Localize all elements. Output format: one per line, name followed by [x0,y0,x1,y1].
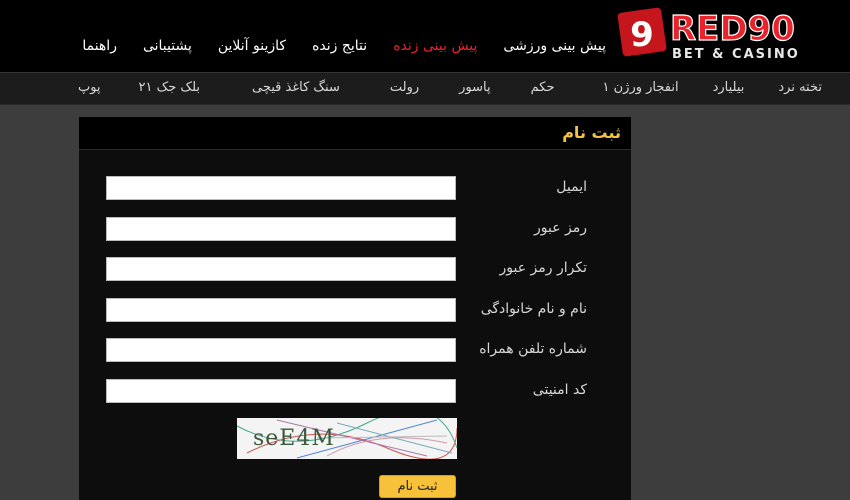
captcha-text: seE4M [253,426,335,451]
game-nav-item[interactable]: سنگ کاغذ قیچی [252,80,340,95]
field-input[interactable] [106,176,456,200]
nav-item[interactable]: پیش بینی زنده [393,38,477,54]
captcha-image: seE4M [237,418,457,459]
form-row: ایمیل [79,176,631,202]
field-input[interactable] [106,257,456,281]
form-row: نام و نام خانوادگی [79,298,631,324]
brand-logo[interactable]: 9 RED90 BET & CASINO [616,6,840,64]
nav-item[interactable]: پشتیبانی [143,38,192,54]
svg-text:9: 9 [630,15,654,55]
nav-item[interactable]: راهنما [82,38,117,54]
games-subnav: تخته نرد بیلیارد انفجار ورژن ۱ حکم پاسور رولت… [0,72,850,105]
field-input[interactable] [106,217,456,241]
form-row: کد امنیتی [79,379,631,405]
field-input[interactable] [106,379,456,403]
field-label: ایمیل [556,179,587,195]
field-label: رمز عبور [533,220,587,236]
game-nav-item[interactable]: حکم [531,80,555,95]
main-nav: پیش بینی ورزشی پیش بینی زنده نتایج زنده کاز… [56,38,606,54]
header-bar: 9 RED90 BET & CASINO پیش بینی ورزشی پیش ب… [0,0,850,72]
nav-item[interactable]: پیش بینی ورزشی [503,38,606,54]
field-label: شماره تلفن همراه [479,341,587,357]
logo-tagline-text: BET & CASINO [672,47,800,62]
games-subnav-list: تخته نرد بیلیارد انفجار ورژن ۱ حکم پاسور رولت… [78,80,822,95]
logo-brand-text: RED90 [670,9,795,49]
field-label: نام و نام خانوادگی [480,301,587,317]
field-input[interactable] [106,338,456,362]
nav-item[interactable]: نتایج زنده [312,38,367,54]
form-row: رمز عبور [79,217,631,243]
field-label: کد امنیتی [532,382,587,398]
register-panel-header: ثبت نام [79,117,631,150]
game-nav-item[interactable]: بیلیارد [713,80,745,95]
red90-logo-icon: 9 RED90 BET & CASINO [617,7,800,62]
field-input[interactable] [106,298,456,322]
game-nav-item[interactable]: بلک جک ۲۱ [139,80,200,95]
game-nav-item[interactable]: انفجار ورژن ۱ [603,80,679,95]
nav-item[interactable]: کازینو آنلاین [218,38,286,54]
game-nav-item[interactable]: پوپ [78,80,101,95]
field-label: تکرار رمز عبور [499,260,587,276]
register-title: ثبت نام [562,123,621,142]
register-submit-button[interactable]: ثبت نام [379,475,456,498]
form-row: تکرار رمز عبور [79,257,631,283]
game-nav-item[interactable]: تخته نرد [778,80,822,95]
game-nav-item[interactable]: رولت [390,80,419,95]
register-panel: ثبت نام ایمیل رمز عبور تکرار رمز عبور نام و… [79,117,631,500]
game-nav-item[interactable]: پاسور [459,80,490,95]
form-row: شماره تلفن همراه [79,338,631,364]
